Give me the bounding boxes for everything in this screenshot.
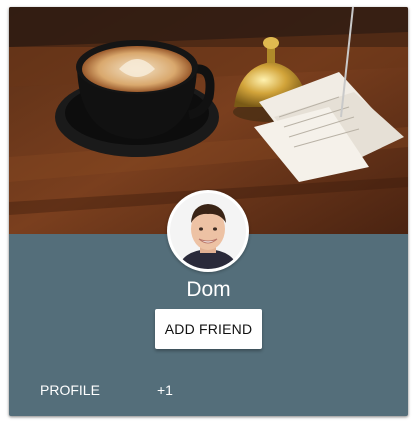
profile-card: Dom ADD FRIEND PROFILE +1 (9, 7, 408, 416)
plus-one-action[interactable]: +1 (157, 375, 173, 405)
add-friend-button[interactable]: ADD FRIEND (155, 309, 262, 349)
avatar[interactable] (167, 190, 249, 272)
profile-action[interactable]: PROFILE (40, 375, 100, 405)
card-actions: PROFILE +1 (9, 375, 408, 405)
profile-name: Dom (186, 278, 231, 301)
